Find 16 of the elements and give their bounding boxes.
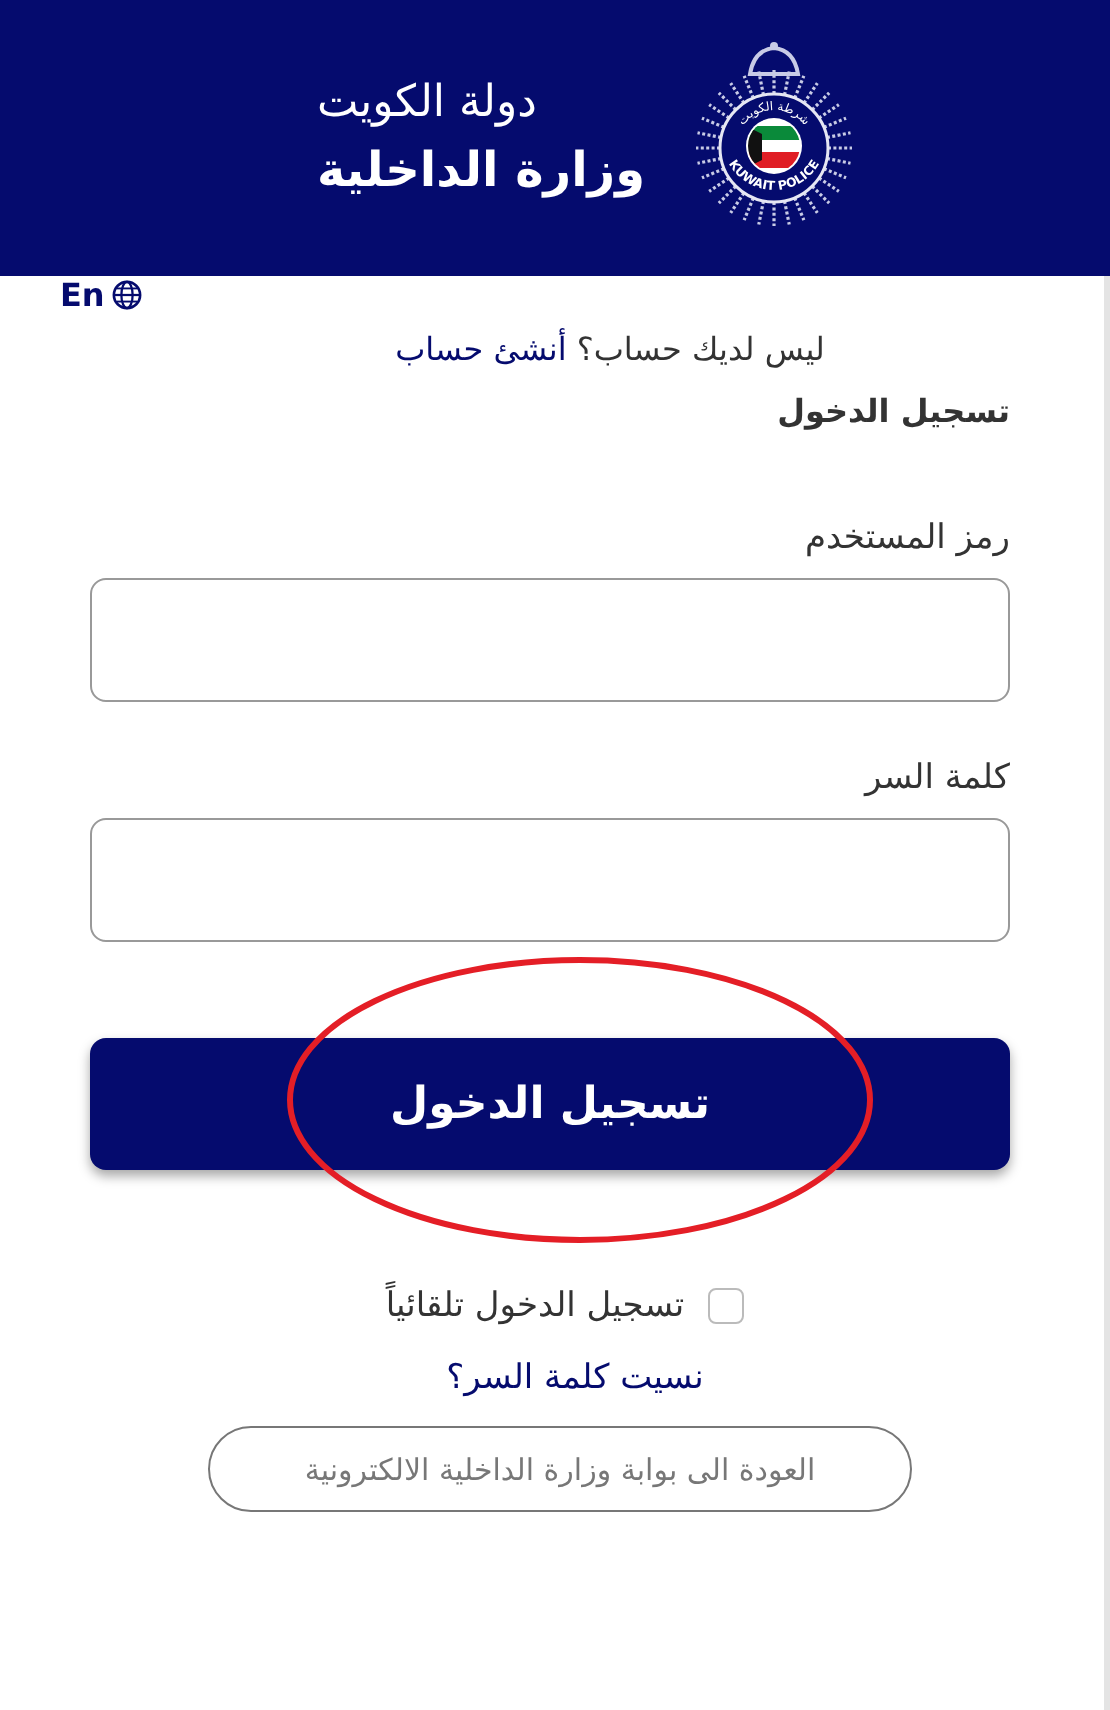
form-title: تسجيل الدخول: [775, 392, 1010, 430]
input-field[interactable]: [90, 578, 1010, 702]
globe-icon: [112, 280, 143, 310]
ministry-name: وزارة الداخلية: [316, 140, 646, 202]
language-link[interactable]: En: [60, 276, 143, 314]
remember-me-label: تسجيل الدخول تلقائياً: [385, 1286, 685, 1326]
signup-prompt: ليس لديك حساب؟ أنشئ حساب: [393, 330, 827, 368]
field-label: رمز المستخدم: [802, 518, 1010, 558]
create-account-link[interactable]: أنشئ حساب: [395, 330, 567, 368]
state-name: دولة الكويت: [316, 76, 537, 132]
back-to-portal-button[interactable]: العودة الى بوابة وزارة الداخلية الالكترونية: [208, 1426, 912, 1512]
remember-checkbox[interactable]: [708, 1288, 745, 1324]
field-label: كلمة السر: [861, 758, 1010, 798]
login-button[interactable]: تسجيل الدخول: [90, 1038, 1010, 1170]
input-field[interactable]: [90, 818, 1010, 942]
forgot-password-link[interactable]: نسيت كلمة السر؟: [396, 1358, 704, 1398]
